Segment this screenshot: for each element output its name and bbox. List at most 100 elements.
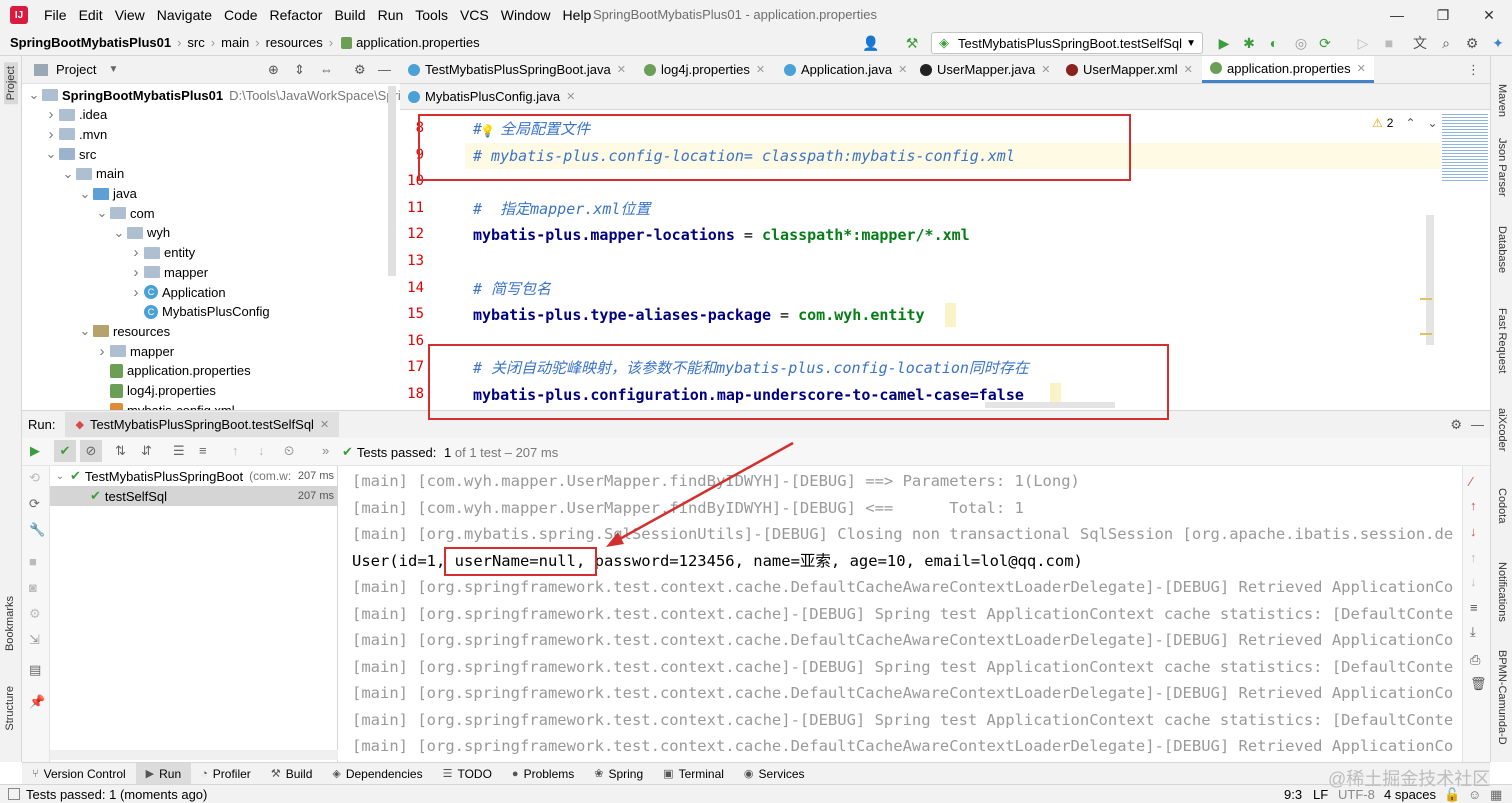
close-tab-icon[interactable]: ✕ xyxy=(756,63,765,76)
chevron-down-icon[interactable]: ⌄ xyxy=(45,146,57,162)
tree-item-resources[interactable]: ⌄ resources xyxy=(79,321,171,341)
bpmn-tool-tab[interactable]: BPMN-Camunda-D xyxy=(1496,650,1508,745)
database-tool-tab[interactable]: Database xyxy=(1496,226,1508,273)
inspector-icon[interactable]: ☺ xyxy=(1468,787,1481,802)
bottom-tab-build[interactable]: ⚒ Build xyxy=(261,763,323,785)
bottom-tab-services[interactable]: ◉ Services xyxy=(734,763,815,785)
file-encoding[interactable]: UTF-8 xyxy=(1338,787,1375,802)
close-tab-icon[interactable]: ✕ xyxy=(1041,63,1050,76)
minimize-icon[interactable]: — xyxy=(1374,0,1420,30)
close-tab-icon[interactable]: ✕ xyxy=(617,63,626,76)
bottom-tab-profiler[interactable]: ◔ Profiler xyxy=(191,763,261,785)
stop-icon[interactable]: ■ xyxy=(29,554,37,569)
fast-request-tool-tab[interactable]: Fast Request xyxy=(1496,308,1508,373)
wrench-icon[interactable]: 🔧 xyxy=(29,522,45,538)
rerun-icon[interactable]: ▶ xyxy=(30,443,40,459)
up-stack-icon[interactable]: ↑ xyxy=(1470,498,1477,513)
tree-item-log4j-properties[interactable]: log4j.properties xyxy=(96,381,216,401)
menu-item-tools[interactable]: Tools xyxy=(415,7,448,23)
translate-icon[interactable]: 文 xyxy=(1411,34,1429,52)
next-highlight-icon[interactable]: ⌄ xyxy=(1428,116,1438,130)
bottom-tab-problems[interactable]: ● Problems xyxy=(502,763,584,785)
more-run-icon[interactable]: ⟳ xyxy=(1316,34,1334,52)
close-tab-icon[interactable]: ✕ xyxy=(320,418,329,431)
gear-icon[interactable]: ⚙ xyxy=(1450,417,1462,433)
history-icon[interactable]: ⏲ xyxy=(284,443,294,459)
memory-icon[interactable]: ▦ xyxy=(1490,787,1502,803)
close-tab-icon[interactable]: ✕ xyxy=(566,90,575,103)
step-icon[interactable]: ▷ xyxy=(1354,34,1372,52)
menu-item-navigate[interactable]: Navigate xyxy=(157,7,212,23)
structure-tool-tab[interactable]: Structure xyxy=(4,686,16,731)
plugin-icon[interactable]: ✦ xyxy=(1489,34,1507,52)
editor-tab-application-java[interactable]: Application.java ✕ xyxy=(776,56,915,83)
chevron-down-icon[interactable]: ▼ xyxy=(108,64,118,75)
editor-tab-mybatisplusconfig-java[interactable]: MybatisPlusConfig.java ✕ xyxy=(400,84,583,109)
chevron-down-icon[interactable]: ⌄ xyxy=(28,87,40,103)
more-tabs-icon[interactable]: ⋮ xyxy=(1467,62,1480,78)
line-separator[interactable]: LF xyxy=(1313,787,1328,802)
menu-item-run[interactable]: Run xyxy=(378,7,404,23)
menu-item-window[interactable]: Window xyxy=(501,7,551,23)
aixcoder-tool-tab[interactable]: aiXcoder xyxy=(1496,408,1508,451)
chevron-down-icon[interactable]: ⌄ xyxy=(62,166,74,182)
editor-tab-log4j-properties[interactable]: log4j.properties ✕ xyxy=(636,56,773,83)
indent-setting[interactable]: 4 spaces xyxy=(1384,787,1436,802)
chevron-right-icon[interactable]: › xyxy=(130,284,142,301)
console-output[interactable]: [main] [com.wyh.mapper.UserMapper.findBy… xyxy=(338,466,1462,762)
next-test-icon[interactable]: ↓ xyxy=(258,443,265,458)
bottom-tab-dependencies[interactable]: ◈ Dependencies xyxy=(322,763,432,785)
soft-wrap-icon[interactable]: ≡ xyxy=(1470,600,1478,615)
chevron-right-icon[interactable]: › xyxy=(96,343,108,360)
breadcrumb-item[interactable]: main xyxy=(221,35,249,50)
chevron-right-icon[interactable]: › xyxy=(45,126,57,143)
search-icon[interactable]: ⌕ xyxy=(1437,34,1455,52)
project-panel-title[interactable]: Project xyxy=(56,62,96,77)
tree-item-application[interactable]: › C Application xyxy=(130,282,226,302)
menu-item-file[interactable]: File xyxy=(44,7,67,23)
test-suite-row[interactable]: ⌄ ✔ TestMybatisPlusSpringBoot (com.w: 20… xyxy=(50,466,338,486)
close-tab-icon[interactable]: ✕ xyxy=(898,63,907,76)
editor-scrollbar[interactable] xyxy=(1426,215,1434,345)
bottom-tab-todo[interactable]: ☰ TODO xyxy=(433,763,502,785)
sort-duration-icon[interactable]: ⇵ xyxy=(141,443,152,459)
hide-icon[interactable]: — xyxy=(1471,417,1484,432)
scroll-down-icon[interactable]: ↓ xyxy=(1470,574,1477,589)
breadcrumb-item[interactable]: application.properties xyxy=(356,35,480,50)
menu-item-edit[interactable]: Edit xyxy=(79,7,103,23)
chevron-right-icon[interactable]: › xyxy=(130,244,142,261)
tree-item-com[interactable]: ⌄ com xyxy=(96,203,155,223)
tree-item-src[interactable]: ⌄ src xyxy=(45,144,97,164)
tree-item--idea[interactable]: › .idea xyxy=(45,105,108,125)
status-panel-icon[interactable] xyxy=(8,788,20,800)
menu-item-refactor[interactable]: Refactor xyxy=(270,7,323,23)
bottom-tab-terminal[interactable]: ▣ Terminal xyxy=(653,763,734,785)
tree-item-mapper[interactable]: › mapper xyxy=(96,341,175,361)
coverage-icon[interactable]: ◐ xyxy=(1265,34,1283,52)
lock-icon[interactable]: 🔓 xyxy=(1444,787,1460,803)
chevron-right-icon[interactable]: › xyxy=(45,106,57,123)
tree-item-entity[interactable]: › entity xyxy=(130,243,196,263)
import-icon[interactable]: ⇲ xyxy=(29,632,40,648)
tree-item-mybatis-config-xml[interactable]: mybatis-config.xml xyxy=(96,400,235,410)
locate-icon[interactable]: ⊕ xyxy=(268,62,279,78)
chevron-right-icon[interactable]: › xyxy=(130,264,142,281)
run-configuration-select[interactable]: ◈ TestMybatisPlusSpringBoot.testSelfSql … xyxy=(931,32,1203,54)
previous-test-icon[interactable]: ↑ xyxy=(232,443,239,458)
hide-icon[interactable]: — xyxy=(378,62,391,77)
menu-item-build[interactable]: Build xyxy=(334,7,365,23)
collapse-all-icon[interactable]: ⇔ xyxy=(320,62,333,77)
expand-all-icon[interactable]: ⇕ xyxy=(294,62,305,78)
tree-item-java[interactable]: ⌄ java xyxy=(79,184,137,204)
bottom-tab-run[interactable]: ▶ Run xyxy=(135,762,192,785)
breadcrumb-item[interactable]: src xyxy=(187,35,204,50)
close-tab-icon[interactable]: ✕ xyxy=(1184,63,1193,76)
rerun-failed-icon[interactable]: ⟲ xyxy=(29,470,40,486)
toggle-auto-test-icon[interactable]: ⟳ xyxy=(29,496,40,512)
inspection-widget[interactable]: ⚠ 2 ⌃ ⌄ xyxy=(1372,116,1438,130)
show-passed-icon[interactable]: ✔ xyxy=(54,440,76,462)
breadcrumb-item[interactable]: SpringBootMybatisPlus01 xyxy=(10,35,171,50)
codota-tool-tab[interactable]: Codota xyxy=(1496,488,1508,523)
maven-tool-tab[interactable]: Maven xyxy=(1496,84,1508,117)
settings-icon[interactable]: ⚙ xyxy=(29,606,41,622)
